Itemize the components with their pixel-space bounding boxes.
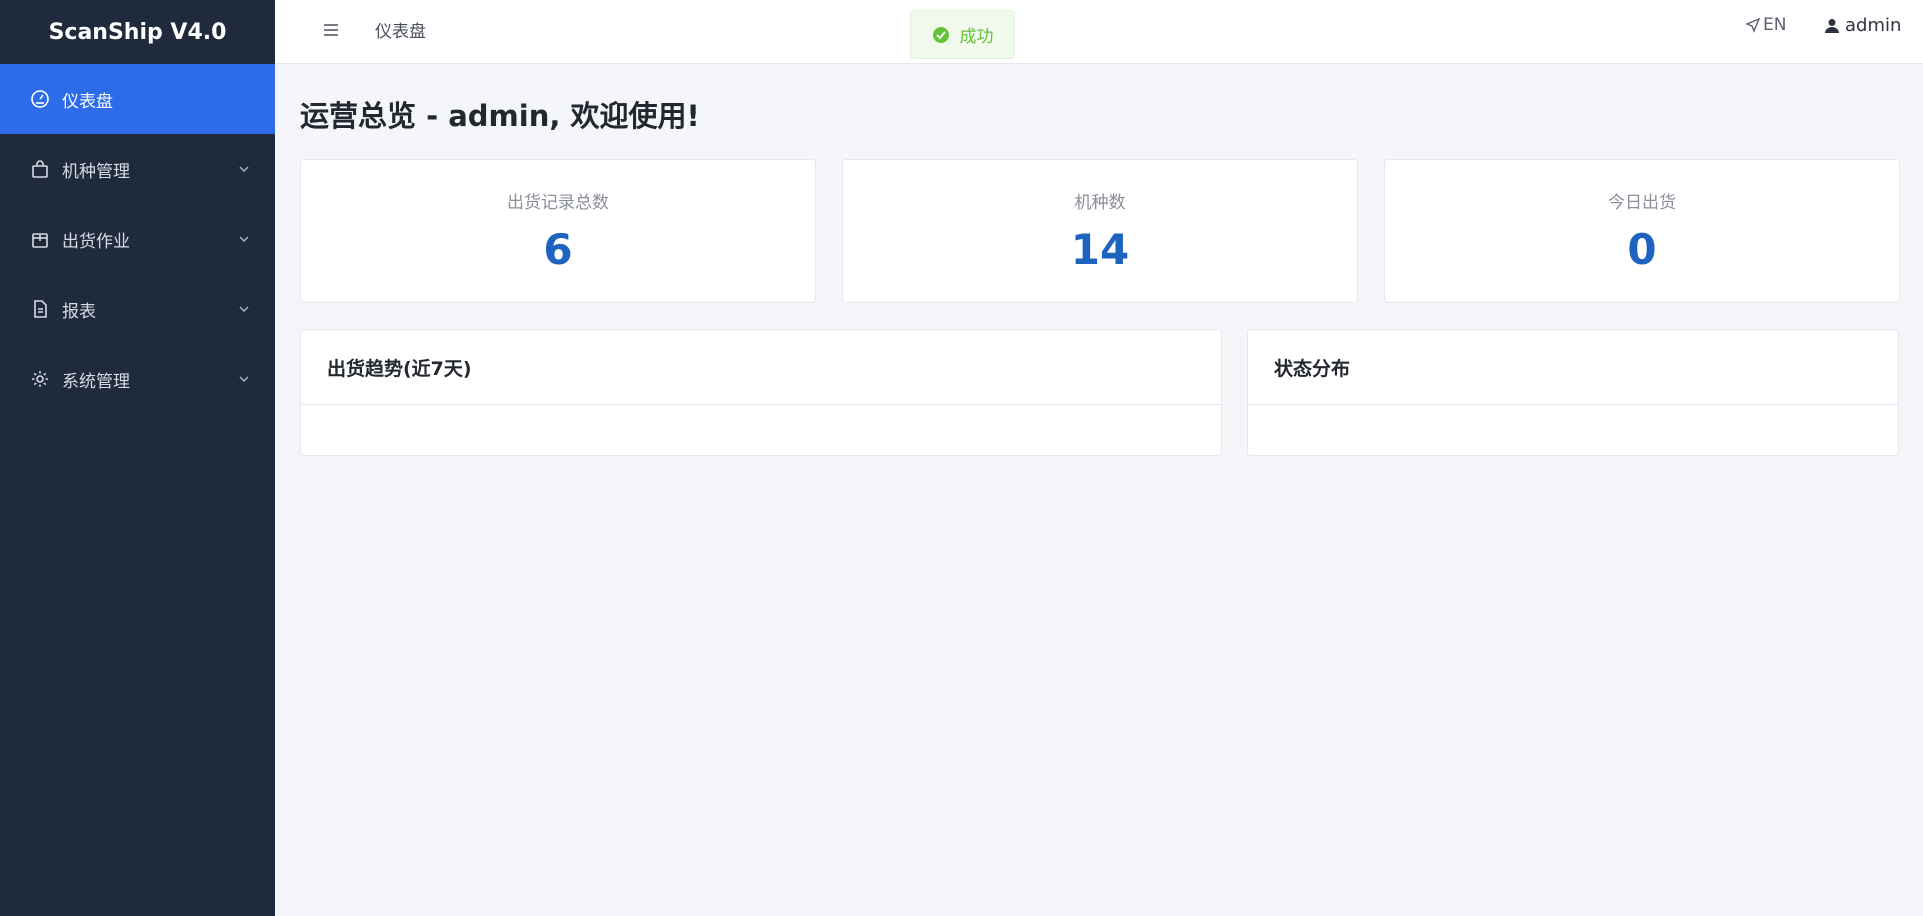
panel-status-distribution: 状态分布 [1247,329,1899,456]
sidebar-item-label: 仪表盘 [62,91,113,112]
sidebar-item-label: 系统管理 [62,371,130,392]
stat-value: 14 [1070,225,1130,274]
chevron-down-icon [237,372,251,386]
menu-toggle-icon[interactable] [319,18,343,42]
gear-icon [30,369,50,389]
dashboard-icon [30,89,50,109]
success-toast: 成功 [910,10,1015,59]
check-circle-icon [932,26,950,44]
chevron-down-icon [237,302,251,316]
stat-label: 今日出货 [1608,193,1676,213]
username: admin [1845,15,1902,36]
sidebar-item-system-management[interactable]: 系统管理 [0,344,275,414]
stat-value: 0 [1627,225,1657,274]
panel-shipment-trend: 出货趋势(近7天) [300,329,1222,456]
stat-card-today-shipments: 今日出货 0 [1384,159,1900,303]
panel-title: 状态分布 [1248,330,1898,405]
stat-card-total-shipments: 出货记录总数 6 [300,159,816,303]
toast-message: 成功 [959,27,994,47]
user-menu[interactable]: admin [1825,15,1901,36]
sidebar: ScanShip V4.0 仪表盘 机种管理 出货作业 报表 系统管理 [0,0,275,916]
user-icon [1825,18,1839,34]
sidebar-item-model-management[interactable]: 机种管理 [0,134,275,204]
sidebar-item-label: 机种管理 [62,161,130,182]
page-title: 运营总览 - admin, 欢迎使用! [300,99,700,133]
document-icon [30,299,50,319]
chevron-down-icon [237,162,251,176]
breadcrumb: 仪表盘 [375,22,426,42]
box-icon [30,229,50,249]
language-label: EN [1763,15,1787,35]
sidebar-item-shipping[interactable]: 出货作业 [0,204,275,274]
sidebar-item-dashboard[interactable]: 仪表盘 [0,64,275,134]
stat-value: 6 [543,225,573,274]
stat-label: 机种数 [1074,193,1126,213]
language-switch[interactable]: EN [1745,15,1786,35]
topbar: 仪表盘 EN admin [275,0,1923,64]
sidebar-item-reports[interactable]: 报表 [0,274,275,344]
stat-label: 出货记录总数 [507,193,609,213]
app-brand: ScanShip V4.0 [48,19,227,45]
chevron-down-icon [237,232,251,246]
sidebar-item-label: 出货作业 [62,231,130,252]
send-icon [1745,17,1761,33]
stat-card-model-count: 机种数 14 [842,159,1358,303]
bag-icon [30,159,50,179]
sidebar-item-label: 报表 [62,301,96,322]
panel-title: 出货趋势(近7天) [301,330,1221,405]
